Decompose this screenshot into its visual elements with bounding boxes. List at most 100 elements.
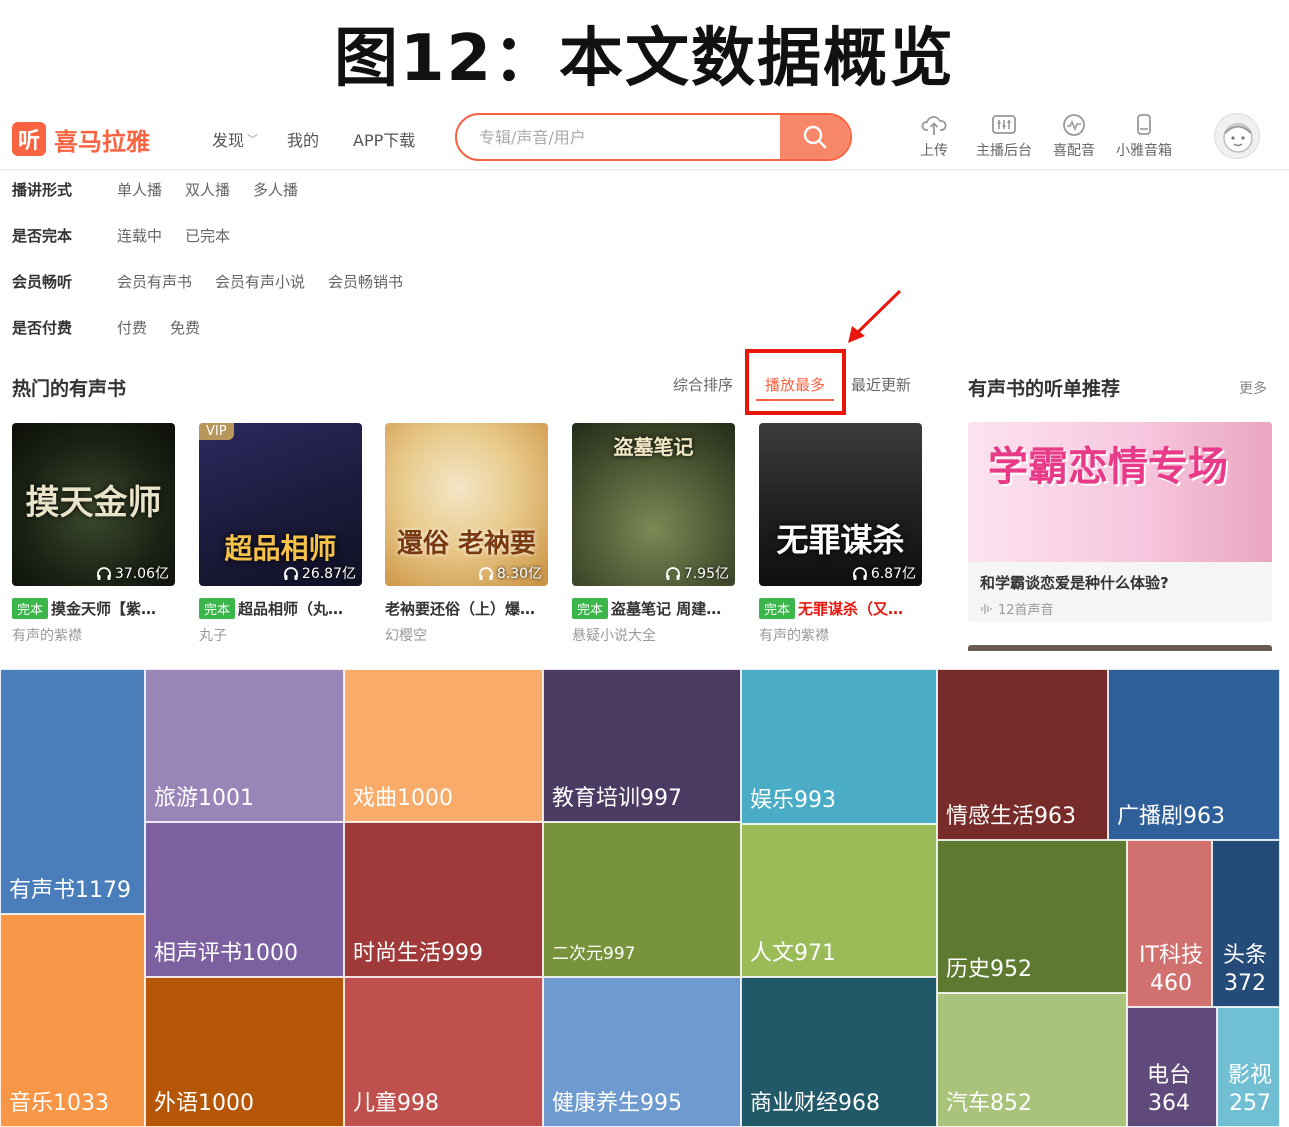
wave-circle-icon: [1063, 114, 1085, 136]
avatar[interactable]: [1214, 113, 1260, 159]
search-input[interactable]: [457, 115, 780, 159]
sort-recent[interactable]: 最近更新: [851, 374, 911, 395]
treemap-cell: 汽车852: [937, 993, 1127, 1127]
filter-option[interactable]: 付费: [117, 317, 147, 338]
nav-app-download[interactable]: APP下载: [353, 127, 415, 151]
filter-option[interactable]: 单人播: [117, 179, 162, 200]
treemap-cell: 教育培训997: [543, 669, 741, 822]
treemap-cell: 有声书1179: [0, 669, 145, 914]
tool-speaker[interactable]: 小雅音箱: [1108, 113, 1180, 160]
status-badge: 完本: [759, 598, 796, 619]
book-title-text: 老衲要还俗（上）爆…: [385, 600, 536, 618]
figure-title: 图12：本文数据概览: [333, 22, 956, 96]
treemap-cell: 情感生活963: [937, 669, 1108, 840]
cover-title-art: 超品相师: [224, 532, 337, 565]
treemap-cell: 儿童998: [344, 977, 543, 1127]
nav-app-download-label: APP下载: [353, 131, 416, 150]
hot-section-title: 热门的有声书: [12, 378, 127, 400]
filter-option[interactable]: 会员有声小说: [215, 271, 305, 292]
book-cover[interactable]: 超品相师 VIP 26.87亿: [199, 423, 362, 586]
filter-option[interactable]: 已完本: [185, 225, 230, 246]
book-cover[interactable]: 摸天金师 37.06亿: [12, 423, 175, 586]
book-author[interactable]: 幻樱空: [385, 625, 548, 645]
book-card[interactable]: 无罪谋杀 6.87亿 完本 无罪谋杀（又… 有声的紫襟: [759, 423, 922, 645]
play-count-value: 8.30亿: [496, 566, 542, 582]
book-card[interactable]: 超品相师 VIP 26.87亿 完本 超品相师（丸… 丸子: [199, 423, 362, 645]
treemap-cell: 时尚生活999: [344, 822, 543, 977]
logo-name: 喜马拉雅: [54, 127, 150, 156]
filter-row-format: 播讲形式 单人播 双人播 多人播: [12, 176, 321, 202]
next-recommend-card-edge: [968, 645, 1272, 651]
book-card[interactable]: 摸天金师 37.06亿 完本 摸金天师【紫… 有声的紫襟: [12, 423, 175, 645]
book-title[interactable]: 完本 超品相师（丸…: [199, 598, 362, 619]
cover-title-art: 盗墓笔记: [613, 435, 694, 459]
book-title-text: 盗墓笔记 周建…: [611, 600, 722, 618]
recommend-card-title[interactable]: 和学霸谈恋爱是种什么体验?: [980, 572, 1169, 593]
play-count: 26.87亿: [283, 563, 356, 583]
filter-option[interactable]: 免费: [170, 317, 200, 338]
book-cover[interactable]: 无罪谋杀 6.87亿: [759, 423, 922, 586]
filter-option[interactable]: 会员畅销书: [328, 271, 403, 292]
annotation-arrow-icon: [848, 289, 902, 343]
sort-comprehensive[interactable]: 综合排序: [673, 374, 733, 395]
filter-label: 播讲形式: [12, 180, 73, 199]
treemap-cell: 头条372: [1212, 840, 1280, 1007]
filter-option[interactable]: 双人播: [185, 179, 230, 200]
book-author[interactable]: 有声的紫襟: [12, 625, 175, 645]
book-title-text: 超品相师（丸…: [238, 600, 344, 618]
book-card[interactable]: 還俗 老衲要 8.30亿 老衲要还俗（上）爆… 幻樱空: [385, 423, 548, 645]
treemap-cell: 旅游1001: [145, 669, 344, 822]
treemap-cell: 外语1000: [145, 977, 344, 1127]
tool-anchor-console[interactable]: 主播后台: [968, 113, 1040, 160]
headphones-icon: [478, 567, 493, 580]
book-author[interactable]: 丸子: [199, 625, 362, 645]
filter-row-membership: 会员畅听 会员有声书 会员有声小说 会员畅销书: [12, 268, 426, 294]
book-title[interactable]: 完本 摸金天师【紫…: [12, 598, 175, 619]
recommend-cover[interactable]: 学霸恋情专场: [968, 422, 1272, 562]
logo-badge: 听: [12, 122, 46, 156]
headphones-icon: [97, 567, 111, 580]
treemap-cell: 影视257: [1217, 1007, 1280, 1127]
filter-option[interactable]: 多人播: [253, 179, 298, 200]
more-link[interactable]: 更多: [1239, 378, 1267, 398]
play-count-value: 7.95亿: [683, 566, 729, 582]
status-badge: 完本: [572, 598, 609, 619]
treemap-cell: 戏曲1000: [344, 669, 543, 822]
book-cover[interactable]: 還俗 老衲要 8.30亿: [385, 423, 548, 586]
nav-discover[interactable]: 发现 ﹀: [212, 127, 258, 151]
tool-dubbing[interactable]: 喜配音: [1038, 113, 1110, 160]
book-author[interactable]: 有声的紫襟: [759, 625, 922, 645]
book-card[interactable]: 盗墓笔记 7.95亿 完本 盗墓笔记 周建… 悬疑小说大全: [572, 423, 735, 645]
cover-title-art: 還俗 老衲要: [396, 529, 537, 559]
mixer-icon: [992, 115, 1016, 134]
sound-wave-icon: [981, 603, 992, 614]
treemap-cell: 电台364: [1127, 1007, 1217, 1127]
tool-upload-label: 上传: [920, 143, 948, 159]
play-count: 6.87亿: [852, 563, 916, 583]
recommend-cover-art-text: 学霸恋情专场: [988, 444, 1228, 490]
book-title[interactable]: 完本 无罪谋杀（又…: [759, 598, 922, 619]
treemap-cell: 商业财经968: [741, 977, 937, 1127]
book-author[interactable]: 悬疑小说大全: [572, 625, 735, 645]
book-title[interactable]: 老衲要还俗（上）爆…: [385, 598, 548, 619]
book-title[interactable]: 完本 盗墓笔记 周建…: [572, 598, 735, 619]
filter-option[interactable]: 连载中: [117, 225, 162, 246]
filter-option[interactable]: 会员有声书: [117, 271, 192, 292]
site-logo[interactable]: 听 喜马拉雅: [12, 120, 150, 158]
book-cover[interactable]: 盗墓笔记 7.95亿: [572, 423, 735, 586]
recommend-card-meta-text: 12首声音: [998, 603, 1054, 618]
status-badge: 完本: [12, 598, 49, 619]
treemap-cell: IT科技460: [1127, 840, 1212, 1007]
play-count: 8.30亿: [478, 563, 542, 583]
site-header: 听 喜马拉雅 发现 ﹀ 我的 APP下载 上传 主播后台 喜配音 小雅音箱: [0, 105, 1289, 171]
play-count-value: 37.06亿: [114, 566, 169, 582]
tool-speaker-label: 小雅音箱: [1116, 143, 1172, 159]
nav-discover-label: 发现: [212, 131, 245, 150]
tool-upload[interactable]: 上传: [898, 113, 970, 160]
book-title-text: 无罪谋杀（又…: [798, 600, 904, 618]
search-button[interactable]: [780, 115, 850, 159]
recommend-section-title: 有声书的听单推荐: [968, 378, 1121, 400]
filter-label: 是否付费: [12, 318, 73, 337]
nav-mine[interactable]: 我的: [287, 127, 319, 151]
recommend-card[interactable]: 学霸恋情专场 和学霸谈恋爱是种什么体验? 12首声音: [968, 422, 1272, 622]
